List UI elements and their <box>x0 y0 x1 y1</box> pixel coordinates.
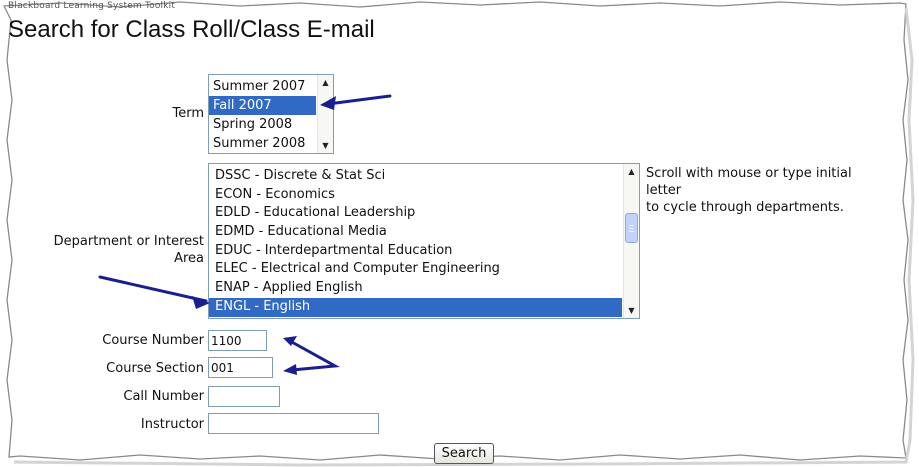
arrowhead-term-icon <box>320 96 336 110</box>
arrowhead-department-icon <box>192 296 210 309</box>
arrow-to-department-icon <box>98 275 208 303</box>
arrow-to-term-icon <box>326 94 392 106</box>
arrow-to-course-fields-icon <box>288 339 340 372</box>
annotation-arrows <box>98 94 392 375</box>
arrowhead-course-section-icon <box>283 364 297 375</box>
